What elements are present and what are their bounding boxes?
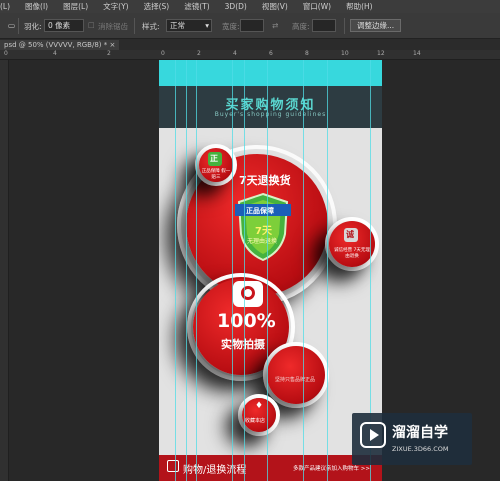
cyan-banner xyxy=(159,60,382,86)
horizontal-ruler: 0 4 2 0 2 4 6 8 10 12 14 xyxy=(0,50,500,60)
width-input[interactable] xyxy=(240,19,264,32)
height-input[interactable] xyxy=(312,19,336,32)
divider xyxy=(18,18,19,34)
watermark-brand: 溜溜自学 xyxy=(392,425,448,441)
menu-item-image[interactable]: 图像(I) xyxy=(25,1,48,12)
ruler-number: 4 xyxy=(233,50,237,57)
divider xyxy=(344,18,345,34)
circle-zheng-text: 正品保障 假一赔三 xyxy=(201,169,231,180)
footer-note: 多款产品建议亲加入购物车 >> xyxy=(293,466,370,472)
style-value: 正常 xyxy=(170,21,185,30)
antialias-label: 消除锯齿 xyxy=(98,22,128,31)
width-label: 宽度: xyxy=(222,22,240,31)
guide-line[interactable] xyxy=(244,60,245,481)
guide-line[interactable] xyxy=(303,60,304,481)
collect-icon: ♦ xyxy=(255,401,264,411)
menu-item-view[interactable]: 视图(V) xyxy=(262,1,288,12)
divider xyxy=(134,18,135,34)
circle-brand-text: 坚持只售品牌正品 xyxy=(274,377,315,383)
menu-item-help[interactable]: 帮助(H) xyxy=(346,1,373,12)
ruler-number: 10 xyxy=(341,50,349,57)
ruler-number: 0 xyxy=(161,50,165,57)
shield-days: 7天 xyxy=(255,226,272,237)
style-select[interactable]: 正常 ▾ xyxy=(166,19,212,32)
ruler-number: 2 xyxy=(197,50,201,57)
badge-zheng-text: 正 xyxy=(210,154,218,163)
guide-line[interactable] xyxy=(232,60,233,481)
main-circle-title: 7天退换货 xyxy=(239,174,291,187)
ruler-number: 14 xyxy=(413,50,421,57)
guide-line[interactable] xyxy=(267,60,268,481)
guide-line[interactable] xyxy=(186,60,187,481)
ruler-number: 6 xyxy=(269,50,273,57)
menu-bar: (L) 图像(I) 图层(L) 文字(Y) 选择(S) 滤镜(T) 3D(D) … xyxy=(0,0,500,13)
antialias-checkbox[interactable]: ☐ xyxy=(88,21,95,30)
shield-top-text: 正品保障 xyxy=(246,207,274,215)
menu-item-layers[interactable]: 图层(L) xyxy=(63,1,88,12)
header-panel: 买家购物须知 Buyer's shopping guidelines xyxy=(159,86,382,128)
menu-item-window[interactable]: 窗口(W) xyxy=(303,1,331,12)
watermark: 溜溜自学 ZIXUE.3D66.COM xyxy=(352,413,472,465)
badge-cheng-text: 诚 xyxy=(346,230,354,239)
header-subtitle: Buyer's shopping guidelines xyxy=(214,111,327,118)
menu-item-type[interactable]: 文字(Y) xyxy=(103,1,128,12)
feather-input[interactable]: 0 像素 xyxy=(44,19,84,32)
circle-cheng-text: 诚信经营 7天无理由退换 xyxy=(334,248,370,259)
watermark-url: ZIXUE.3D66.COM xyxy=(392,445,449,453)
chevron-down-icon: ▾ xyxy=(205,21,209,30)
height-label: 高度: xyxy=(292,22,310,31)
footer-bar: 购物/退换流程 多款产品建议亲加入购物车 >> xyxy=(159,455,382,481)
menu-item-filter[interactable]: 滤镜(T) xyxy=(184,1,209,12)
guide-line[interactable] xyxy=(175,60,176,481)
menu-item-3d[interactable]: 3D(D) xyxy=(225,2,247,11)
document-tab-bar: psd @ 50% (VVVVV, RGB/8) * × xyxy=(0,39,500,50)
document-tab[interactable]: psd @ 50% (VVVVV, RGB/8) * × xyxy=(0,40,120,50)
play-logo-icon xyxy=(360,422,386,448)
menu-item-layer[interactable]: (L) xyxy=(0,2,10,11)
ruler-number: 0 xyxy=(4,50,8,57)
menu-item-select[interactable]: 选择(S) xyxy=(144,1,170,12)
swap-icon[interactable]: ⇄ xyxy=(272,21,278,30)
document-canvas[interactable]: 买家购物须知 Buyer's shopping guidelines 7天退换货… xyxy=(159,60,382,481)
refine-edge-button[interactable]: 调整边缘... xyxy=(350,19,402,32)
circle-collect-text: 收藏本店 xyxy=(245,418,266,424)
marquee-tool-icon[interactable]: ▭ xyxy=(8,21,15,30)
circle-brand xyxy=(267,346,325,404)
shield-sub: 无理由退换 xyxy=(247,238,278,245)
cart-icon xyxy=(167,460,179,472)
vertical-ruler xyxy=(0,60,9,481)
ruler-number: 2 xyxy=(107,50,111,57)
ruler-number: 8 xyxy=(305,50,309,57)
ruler-number: 12 xyxy=(377,50,385,57)
options-bar: ▭ 羽化: 0 像素 ☐ 消除锯齿 样式: 正常 ▾ 宽度: ⇄ 高度: 调整边缘… xyxy=(0,13,500,39)
style-label: 样式: xyxy=(142,22,160,31)
guide-line[interactable] xyxy=(196,60,197,481)
feather-label: 羽化: xyxy=(24,22,42,31)
ruler-number: 4 xyxy=(53,50,57,57)
footer-title: 购物/退换流程 xyxy=(183,465,247,476)
guide-line[interactable] xyxy=(327,60,328,481)
percent-label: 实物拍摄 xyxy=(221,338,265,351)
